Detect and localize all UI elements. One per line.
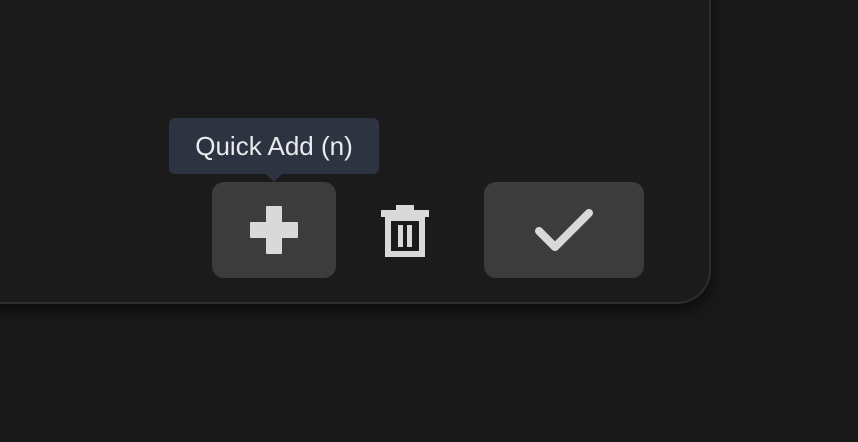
confirm-button[interactable] — [484, 182, 644, 278]
tooltip-arrow — [266, 174, 282, 182]
plus-icon — [248, 204, 300, 256]
delete-button[interactable] — [368, 196, 442, 266]
quick-add-button[interactable] — [212, 182, 336, 278]
checkmark-icon — [535, 207, 593, 253]
quick-add-tooltip: Quick Add (n) — [169, 118, 379, 174]
trash-icon — [379, 203, 431, 259]
editor-stage: Quick Add (n) — [0, 0, 858, 442]
